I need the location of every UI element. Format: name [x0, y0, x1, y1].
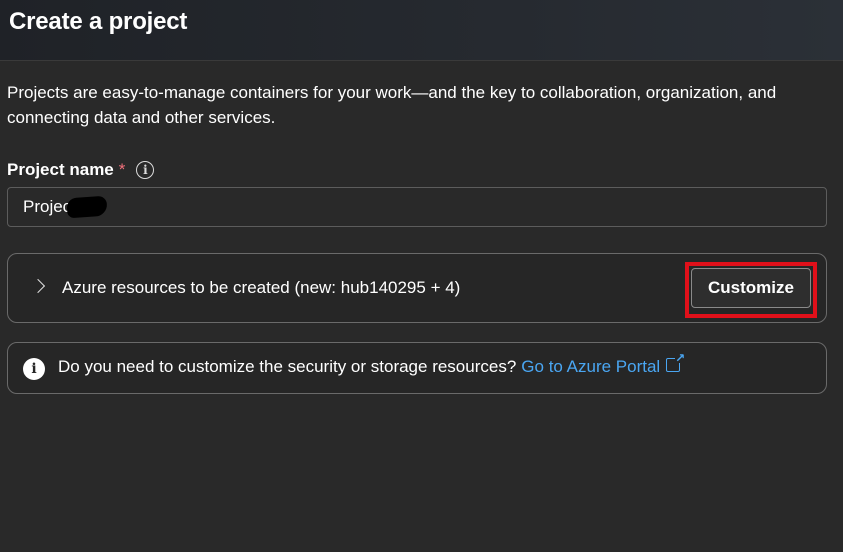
project-name-value: Projec [23, 197, 72, 216]
azure-portal-link[interactable]: Go to Azure Portal [521, 351, 685, 377]
project-name-label: Project name * i [7, 158, 155, 182]
info-message-text: Do you need to customize the security or… [58, 357, 517, 376]
info-message: Do you need to customize the security or… [58, 351, 685, 377]
dialog-header: Create a project [0, 0, 843, 61]
info-icon[interactable]: i [136, 161, 155, 179]
info-filled-icon: i [23, 358, 45, 380]
azure-resources-label[interactable]: Azure resources to be created (new: hub1… [62, 278, 460, 298]
required-marker: * [118, 160, 126, 179]
project-name-label-text: Project name [7, 160, 114, 179]
chevron-right-icon[interactable] [30, 278, 46, 294]
page-title: Create a project [9, 8, 188, 35]
azure-portal-link-label[interactable]: Go to Azure Portal [521, 357, 660, 376]
azure-resources-section[interactable]: Azure resources to be created (new: hub1… [7, 253, 827, 323]
external-link-icon[interactable] [666, 351, 685, 372]
project-name-input[interactable]: Projec [7, 187, 827, 227]
redaction-mark [66, 195, 108, 219]
description-text: Projects are easy-to-manage containers f… [7, 83, 777, 127]
info-message-bar: i Do you need to customize the security … [7, 342, 827, 394]
customize-button[interactable]: Customize [691, 268, 811, 308]
